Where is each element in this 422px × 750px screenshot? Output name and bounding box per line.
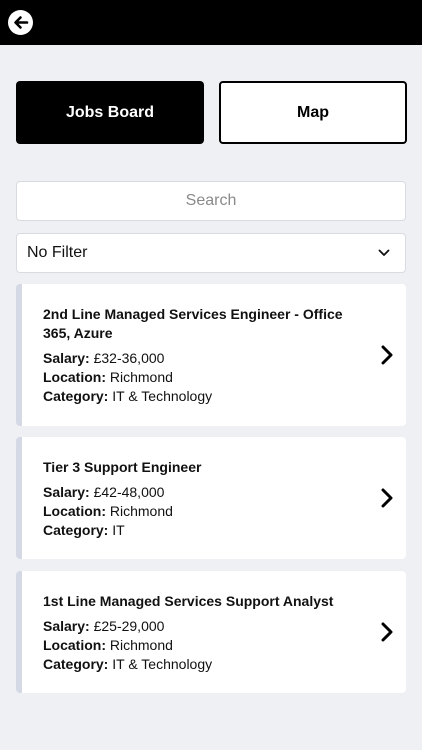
job-category: Category: IT [43,521,360,540]
location-label: Location: [43,369,106,385]
job-card[interactable]: 2nd Line Managed Services Engineer - Off… [16,284,406,426]
category-label: Category: [43,656,109,672]
category-label: Category: [43,388,109,404]
job-salary: Salary: £42-48,000 [43,483,360,502]
job-category: Category: IT & Technology [43,387,360,406]
location-value: Richmond [109,369,173,385]
search-input[interactable] [16,181,406,221]
category-label: Category: [43,522,109,538]
filter-selected-value: No Filter [27,244,88,261]
salary-value: £42-48,000 [93,484,165,500]
job-card[interactable]: Tier 3 Support Engineer Salary: £42-48,0… [16,437,406,559]
arrow-left-icon [14,16,29,29]
back-button[interactable] [8,10,33,35]
job-category: Category: IT & Technology [43,655,360,674]
chevron-right-icon [378,343,396,367]
salary-label: Salary: [43,484,90,500]
salary-label: Salary: [43,350,90,366]
category-value: IT & Technology [112,656,213,672]
category-value: IT [112,522,125,538]
chevron-down-icon [377,246,391,260]
filter-dropdown[interactable]: No Filter [16,233,406,273]
chevron-right-icon [378,486,396,510]
job-salary: Salary: £25-29,000 [43,617,360,636]
salary-label: Salary: [43,618,90,634]
job-location: Location: Richmond [43,636,360,655]
salary-value: £25-29,000 [93,618,165,634]
category-value: IT & Technology [112,388,213,404]
location-value: Richmond [109,503,173,519]
salary-value: £32-36,000 [93,350,165,366]
tab-jobs-board[interactable]: Jobs Board [16,81,204,144]
job-salary: Salary: £32-36,000 [43,349,360,368]
job-title: 2nd Line Managed Services Engineer - Off… [43,306,343,341]
view-tabs: Jobs Board Map [16,81,407,144]
job-card[interactable]: 1st Line Managed Services Support Analys… [16,571,406,693]
job-location: Location: Richmond [43,502,360,521]
job-title: 1st Line Managed Services Support Analys… [43,593,334,609]
chevron-right-icon [378,620,396,644]
location-label: Location: [43,503,106,519]
top-bar [0,0,422,45]
tab-map[interactable]: Map [219,81,407,144]
job-location: Location: Richmond [43,368,360,387]
job-title: Tier 3 Support Engineer [43,459,202,475]
location-value: Richmond [109,637,173,653]
location-label: Location: [43,637,106,653]
